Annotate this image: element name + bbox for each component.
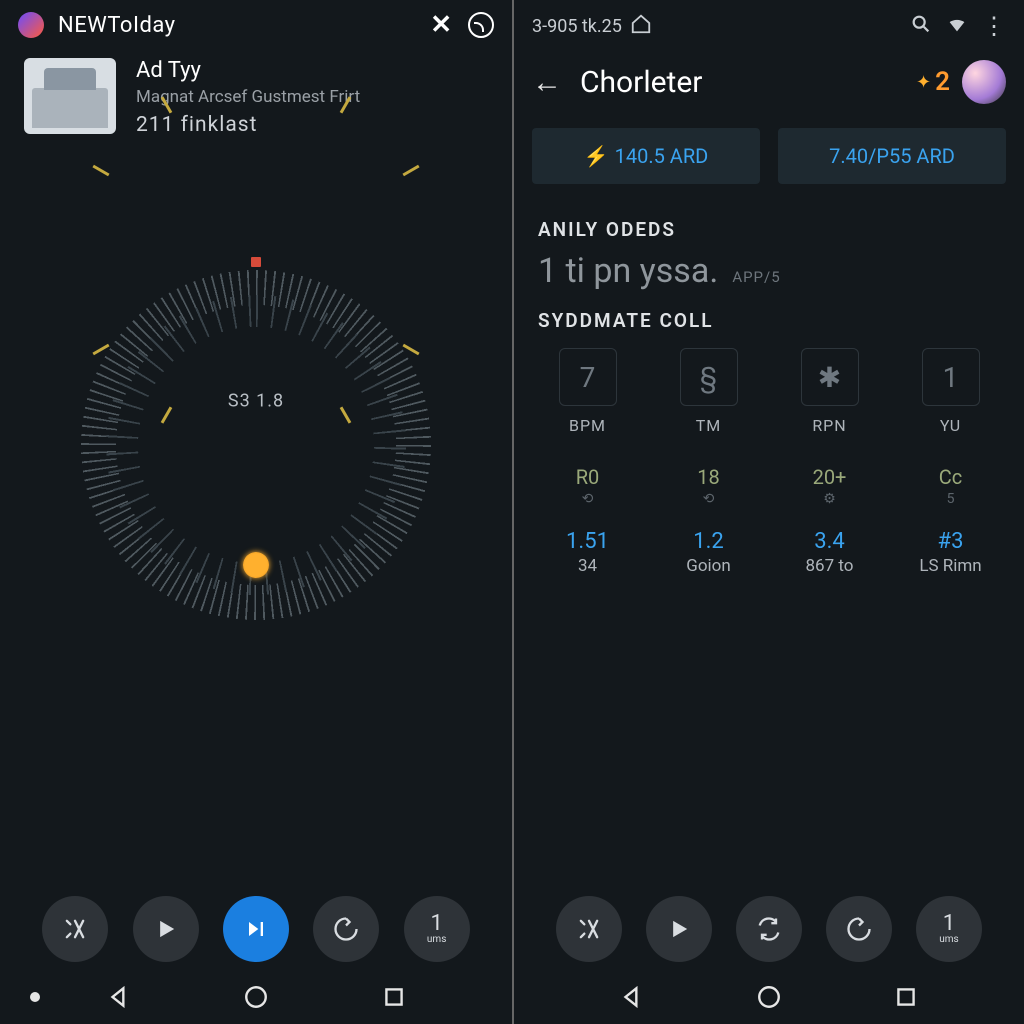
screen-right: 3-905 tk.25 ⋮ ← Chorleter ✦ 2 ⚡140.5 ARD… (512, 0, 1024, 1024)
data-row-2: R0⟲ 18⟲ 20+⚙ Cc5 (514, 447, 1024, 511)
cell[interactable]: R0⟲ (532, 465, 643, 507)
card-subtitle: Magnat Arcsef Gustmest Frirt (136, 87, 360, 107)
card-meta: 211 finklast (136, 113, 360, 137)
stat-tm[interactable]: § TM (653, 348, 764, 435)
section-heading: ANILY ODEDS (538, 218, 1000, 241)
stat-rpn[interactable]: ✱ RPN (774, 348, 885, 435)
sun-icon (243, 552, 269, 578)
album-art-icon (24, 58, 116, 134)
search-icon[interactable] (910, 13, 932, 40)
pill-primary-label: 140.5 ARD (615, 144, 709, 168)
left-status-bar: NEWToIday ✕ (0, 0, 512, 44)
stat-bpm[interactable]: 7 BPM (532, 348, 643, 435)
right-status-bar: 3-905 tk.25 ⋮ (514, 0, 1024, 46)
timer-unit: ums (427, 935, 446, 945)
section-heading-2: SYDDMATE COLL (538, 309, 1000, 332)
nav-home-button[interactable] (750, 978, 788, 1016)
stat-label: YU (895, 416, 1006, 435)
shuffle-button[interactable] (556, 896, 622, 962)
stat-yu[interactable]: 1 YU (895, 348, 1006, 435)
cell[interactable]: 18⟲ (653, 465, 764, 507)
cell[interactable]: 1.5134 (532, 529, 643, 576)
cell[interactable]: 3.4867 to (774, 529, 885, 576)
section-syddmate: SYDDMATE COLL (514, 295, 1024, 336)
now-playing-card[interactable]: Ad Tyy Magnat Arcsef Gustmest Frirt 211 … (0, 44, 512, 151)
section-value: 1 ti pn yssa. (538, 251, 718, 291)
more-icon[interactable]: ⋮ (982, 12, 1006, 40)
close-icon[interactable]: ✕ (430, 10, 452, 40)
nav-back-button[interactable] (100, 978, 138, 1016)
play-button[interactable] (646, 896, 712, 962)
section-tag: APP/5 (732, 268, 780, 286)
section-anily: ANILY ODEDS 1 ti pn yssa. APP/5 (514, 204, 1024, 295)
timer-value: 1 (430, 913, 442, 935)
pill-row: ⚡140.5 ARD 7.40/P55 ARD (514, 118, 1024, 204)
timer-button[interactable]: 1 ums (916, 896, 982, 962)
nav-recents-button[interactable] (887, 978, 925, 1016)
cell[interactable]: 1.2Goion (653, 529, 764, 576)
data-row-3: 1.5134 1.2Goion 3.4867 to #3LS Rimn (514, 511, 1024, 580)
stat-label: RPN (774, 416, 885, 435)
nav-back-button[interactable] (613, 978, 651, 1016)
stat-row: 7 BPM § TM ✱ RPN 1 YU (514, 336, 1024, 447)
timer-button[interactable]: 1 ums (404, 896, 470, 962)
left-system-nav (0, 970, 512, 1024)
nav-home-button[interactable] (237, 978, 275, 1016)
tuning-dial[interactable]: S3 1.8 (0, 260, 512, 630)
cell[interactable]: #3LS Rimn (895, 529, 1006, 576)
cell[interactable]: Cc5 (895, 465, 1006, 507)
back-arrow-icon[interactable]: ← (532, 65, 562, 100)
pill-secondary[interactable]: 7.40/P55 ARD (778, 128, 1006, 184)
repeat-button[interactable] (826, 896, 892, 962)
header-badge: 2 (935, 67, 950, 97)
right-system-nav (514, 970, 1024, 1024)
timer-value: 1 (943, 913, 955, 935)
play-button[interactable] (133, 896, 199, 962)
playback-controls-right: 1 ums (514, 896, 1024, 962)
page-header: ← Chorleter ✦ 2 (514, 46, 1024, 118)
left-status-title: NEWToIday (58, 13, 176, 38)
card-title: Ad Tyy (136, 58, 360, 83)
nav-recents-button[interactable] (375, 978, 413, 1016)
page-title: Chorleter (580, 65, 916, 100)
pill-primary[interactable]: ⚡140.5 ARD (532, 128, 760, 184)
cast-icon[interactable] (468, 12, 494, 38)
stat-box: ✱ (801, 348, 859, 406)
stat-box: § (680, 348, 738, 406)
timer-unit: ums (939, 935, 958, 945)
skip-button[interactable] (223, 896, 289, 962)
stat-label: BPM (532, 416, 643, 435)
wifi-icon (946, 13, 968, 40)
shuffle-button[interactable] (42, 896, 108, 962)
app-logo-icon (18, 12, 44, 38)
dial-center-label: S3 1.8 (228, 390, 284, 411)
pill-secondary-label: 7.40/P55 ARD (829, 144, 955, 168)
cell[interactable]: 20+⚙ (774, 465, 885, 507)
screen-left: NEWToIday ✕ Ad Tyy Magnat Arcsef Gustmes… (0, 0, 512, 1024)
stat-box: 1 (922, 348, 980, 406)
dial-marker-icon (251, 257, 261, 267)
avatar[interactable] (962, 60, 1006, 104)
home-status-icon (630, 13, 652, 40)
stat-box: 7 (559, 348, 617, 406)
playback-controls: 1 ums (0, 896, 512, 962)
sync-button[interactable] (736, 896, 802, 962)
stat-label: TM (653, 416, 764, 435)
star-icon: ✦ (916, 72, 931, 93)
status-time: 3-905 tk.25 (532, 16, 622, 37)
bolt-icon: ⚡ (584, 144, 609, 168)
repeat-button[interactable] (313, 896, 379, 962)
